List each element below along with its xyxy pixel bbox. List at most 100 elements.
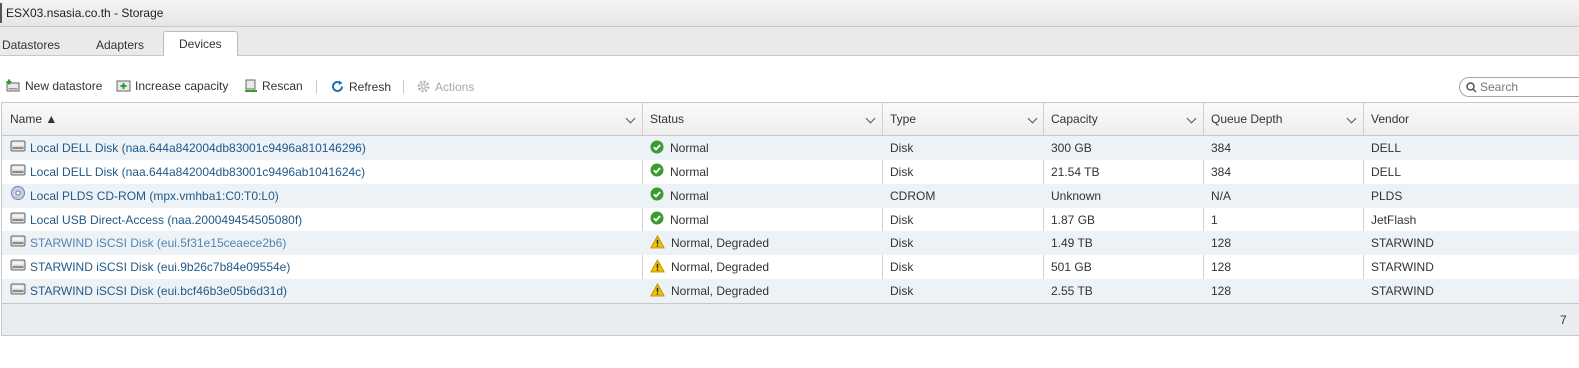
chevron-down-icon[interactable]	[865, 113, 876, 124]
chevron-down-icon[interactable]	[1186, 113, 1197, 124]
table-row[interactable]: STARWIND iSCSI Disk (eui.9b26c7b84e09554…	[2, 255, 1579, 279]
new-datastore-button[interactable]: New datastore	[6, 79, 102, 93]
status-cell: Normal	[650, 160, 709, 184]
chevron-down-icon[interactable]	[1346, 113, 1357, 124]
search-icon	[1466, 82, 1477, 93]
actions-button[interactable]: Actions	[416, 79, 474, 94]
capacity-cell: 300 GB	[1051, 141, 1092, 155]
tab-bar: Datastores Adapters Devices	[0, 27, 1579, 56]
column-header-queue-depth[interactable]: Queue Depth	[1211, 103, 1282, 135]
increase-capacity-button[interactable]: Increase capacity	[116, 79, 228, 93]
device-name-cell[interactable]: Local DELL Disk (naa.644a842004db83001c9…	[10, 136, 366, 160]
warning-icon	[650, 281, 665, 305]
titlebar-edge	[0, 3, 2, 23]
disk-icon	[10, 256, 26, 280]
check-icon	[650, 138, 664, 162]
increase-capacity-label: Increase capacity	[135, 79, 229, 93]
capacity-cell: 501 GB	[1051, 260, 1092, 275]
warning-icon	[650, 233, 665, 257]
device-name-cell[interactable]: STARWIND iSCSI Disk (eui.bcf46b3e05b6d31…	[10, 279, 287, 303]
capacity-cell: 1.87 GB	[1051, 212, 1096, 227]
vendor-cell: STARWIND	[1371, 260, 1434, 275]
queue-depth-cell: 128	[1211, 260, 1232, 275]
status-text: Normal, Degraded	[671, 260, 770, 275]
column-divider	[642, 103, 643, 135]
table-row[interactable]: Local DELL Disk (naa.644a842004db83001c9…	[2, 160, 1579, 184]
queue-depth-cell: 384	[1211, 141, 1232, 155]
tab-devices[interactable]: Devices	[163, 31, 238, 56]
type-cell: Disk	[890, 260, 914, 275]
status-cell: Normal	[650, 184, 709, 208]
refresh-button[interactable]: Refresh	[330, 79, 391, 94]
device-name-cell[interactable]: STARWIND iSCSI Disk (eui.9b26c7b84e09554…	[10, 255, 290, 279]
gear-icon	[417, 80, 430, 93]
new-datastore-icon	[6, 79, 20, 92]
check-icon	[650, 161, 664, 185]
device-name-cell[interactable]: Local DELL Disk (naa.644a842004db83001c9…	[10, 160, 365, 184]
type-cell: Disk	[890, 284, 914, 299]
refresh-label: Refresh	[349, 79, 392, 94]
vendor-cell: JetFlash	[1371, 212, 1417, 227]
status-text: Normal	[670, 164, 709, 179]
queue-depth-cell: N/A	[1211, 188, 1232, 203]
vendor-cell: DELL	[1371, 164, 1402, 179]
queue-depth-cell: 128	[1211, 236, 1232, 251]
disk-icon	[10, 161, 26, 185]
device-name-link[interactable]: Local PLDS CD-ROM (mpx.vmhba1:C0:T0:L0)	[30, 184, 279, 208]
actions-label: Actions	[435, 79, 475, 94]
table-footer: 7	[2, 303, 1579, 335]
new-datastore-label: New datastore	[25, 79, 103, 93]
device-name-cell[interactable]: Local PLDS CD-ROM (mpx.vmhba1:C0:T0:L0)	[10, 184, 279, 208]
capacity-cell: 21.54 TB	[1051, 164, 1100, 179]
chevron-down-icon[interactable]	[625, 113, 636, 124]
table-row[interactable]: STARWIND iSCSI Disk (eui.5f31e15ceaece2b…	[2, 231, 1579, 257]
column-header-name[interactable]: Name ▲	[10, 103, 57, 135]
table-row[interactable]: Local DELL Disk (naa.644a842004db83001c9…	[2, 136, 1579, 160]
device-name-cell[interactable]: STARWIND iSCSI Disk (eui.5f31e15ceaece2b…	[10, 231, 286, 255]
device-name-link[interactable]: STARWIND iSCSI Disk (eui.9b26c7b84e09554…	[30, 255, 290, 279]
status-cell: Normal	[650, 136, 709, 160]
device-name-link[interactable]: Local DELL Disk (naa.644a842004db83001c9…	[30, 136, 366, 160]
device-name-link[interactable]: STARWIND iSCSI Disk (eui.5f31e15ceaece2b…	[30, 231, 286, 255]
status-text: Normal	[670, 212, 709, 227]
disk-icon	[10, 209, 26, 233]
capacity-cell: Unknown	[1051, 188, 1102, 203]
search-input[interactable]	[1480, 80, 1579, 94]
column-header-status[interactable]: Status	[650, 103, 684, 135]
type-cell: Disk	[890, 164, 914, 179]
column-divider	[882, 103, 883, 135]
tab-datastores[interactable]: Datastores	[2, 38, 60, 52]
warning-icon	[650, 257, 665, 281]
column-header-type[interactable]: Type	[890, 103, 916, 135]
device-name-link[interactable]: Local USB Direct-Access (naa.20004945450…	[30, 208, 302, 232]
table-row[interactable]: STARWIND iSCSI Disk (eui.bcf46b3e05b6d31…	[2, 279, 1579, 305]
rescan-button[interactable]: Rescan	[244, 79, 303, 93]
type-cell: Disk	[890, 236, 914, 251]
toolbar: New datastore Increase capacity Rescan R…	[0, 76, 1579, 98]
search-box[interactable]	[1459, 77, 1579, 97]
disk-icon	[10, 232, 26, 256]
table-header: Name ▲ Status Type Capacity Queue Depth …	[2, 103, 1579, 136]
column-divider	[1043, 103, 1044, 135]
tab-adapters[interactable]: Adapters	[96, 38, 144, 52]
status-text: Normal	[670, 141, 709, 155]
vendor-cell: DELL	[1371, 141, 1402, 155]
table-row[interactable]: Local PLDS CD-ROM (mpx.vmhba1:C0:T0:L0) N…	[2, 183, 1579, 208]
device-name-link[interactable]: Local DELL Disk (naa.644a842004db83001c9…	[30, 160, 365, 184]
cdrom-icon	[10, 185, 26, 209]
disk-icon	[10, 137, 26, 161]
column-header-capacity[interactable]: Capacity	[1051, 103, 1098, 135]
column-divider	[1203, 103, 1204, 135]
queue-depth-cell: 1	[1211, 212, 1218, 227]
type-cell: CDROM	[890, 188, 936, 203]
window-title: ESX03.nsasia.co.th - Storage	[6, 6, 164, 20]
status-text: Normal, Degraded	[671, 236, 770, 251]
column-header-vendor[interactable]: Vendor	[1371, 103, 1409, 135]
chevron-down-icon[interactable]	[1027, 113, 1038, 124]
increase-capacity-icon	[116, 80, 131, 92]
device-name-cell[interactable]: Local USB Direct-Access (naa.20004945450…	[10, 208, 302, 232]
device-name-link[interactable]: STARWIND iSCSI Disk (eui.bcf46b3e05b6d31…	[30, 279, 287, 303]
disk-icon	[10, 280, 26, 304]
table-row[interactable]: Local USB Direct-Access (naa.20004945450…	[2, 208, 1579, 232]
type-cell: Disk	[890, 141, 914, 155]
